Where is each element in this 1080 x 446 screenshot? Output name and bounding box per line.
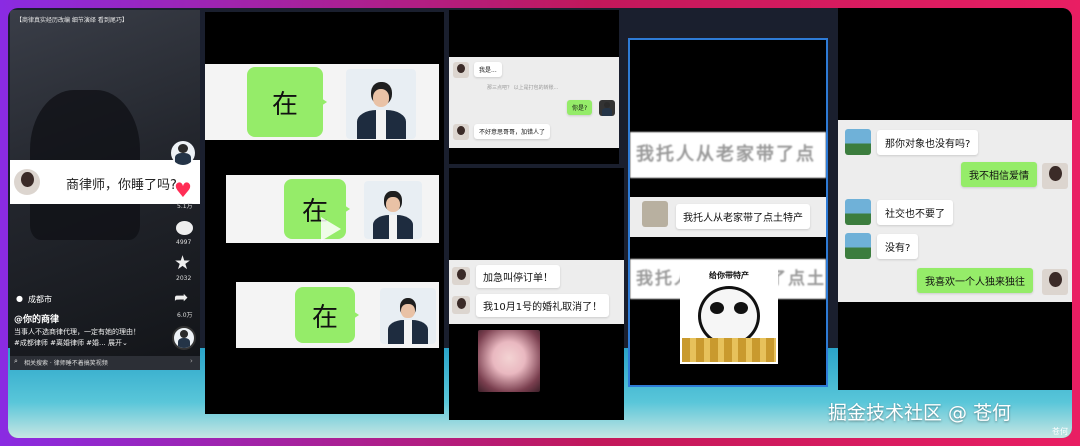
zai-bubble-1: 在 [247, 67, 327, 137]
panda-meme: 给你带特产 [680, 266, 778, 364]
specialty-message: 我托人从老家带了点土特产 [676, 204, 810, 229]
author-name[interactable]: @你的商律 [14, 312, 59, 325]
contact-avatar-3 [845, 233, 871, 259]
anime-face-image [478, 330, 540, 392]
banner-subtitle: 商律师，你睡了吗? [66, 178, 177, 193]
message-3: 社交也不要了 [877, 200, 953, 225]
author-avatar[interactable] [171, 141, 195, 165]
wedding-cancel-chat-panel: 加急叫停订单！ 我10月1号的婚礼取消了！ [449, 168, 624, 420]
message-1: 加急叫停订单！ [476, 265, 560, 288]
search-icon: ⌕ [14, 357, 18, 365]
panda-face-icon [698, 286, 760, 346]
love-chat-panel: 那你对象也没有吗? 我不相信爱情 社交也不要了 没有? 我喜欢一个人独来独往 [838, 8, 1072, 390]
message-2: 我不相信爱情 [961, 162, 1037, 187]
contact-avatar [642, 201, 668, 227]
meme-caption: 给你带特产 [709, 271, 749, 280]
location-label[interactable]: 成都市 [28, 294, 52, 305]
comment-count: 4997 [176, 239, 192, 246]
comment-icon[interactable] [176, 221, 193, 235]
message-1: 我是... [474, 62, 502, 77]
location-pin-icon: ● [16, 294, 23, 303]
banner-avatar [14, 169, 40, 195]
message-5: 我喜欢一个人独来独往 [917, 268, 1033, 293]
lawyer-photo-2 [364, 181, 422, 239]
music-disc-avatar[interactable] [172, 326, 196, 350]
blurred-message-1: 我托人从老家带了点 [630, 132, 826, 178]
local-specialty-panel: 我托人从老家带了点 我托人从老家带了点土特产 我托人从老家带了点土特 给你带特产 [628, 38, 828, 387]
panda-eye-left [710, 302, 724, 314]
video-top-text: 【商律真实经历改编 细节演绎 看到尾巧】 [16, 17, 128, 24]
contact-avatar-1 [452, 267, 470, 285]
video-hashtags[interactable]: #成都律师 #离婚律师 #婚... 展开⌄ [14, 338, 128, 348]
zai-bubbles-panel: 在 在 在 [205, 12, 444, 414]
message-2: 我10月1号的婚礼取消了！ [476, 294, 610, 317]
chevron-right-icon: › [190, 357, 193, 365]
lawyer-photo-3 [380, 288, 436, 344]
share-icon[interactable]: ➦ [174, 290, 188, 307]
message-4: 不好意思哥哥，加错人了 [474, 124, 551, 139]
panda-eye-right [734, 302, 748, 314]
favorite-count: 2032 [176, 275, 192, 282]
gold-coins [682, 338, 776, 362]
contact-avatar-2 [453, 124, 469, 140]
watermark-small: 苍何 [1052, 427, 1068, 436]
message-4: 没有? [877, 234, 919, 259]
like-count: 5.1万 [177, 203, 193, 210]
collage-frame: 【商律真实经历改编 细节演绎 看到尾巧】 商律师，你睡了吗? ♥ 5.1万 49… [8, 8, 1072, 438]
self-avatar-1 [1042, 163, 1068, 189]
video-description: 当事人不选商律代理，一定有她的理由！ [14, 328, 140, 336]
favorite-icon[interactable]: ★ [174, 254, 191, 273]
self-avatar [599, 100, 615, 116]
message-3: 你是? [567, 100, 593, 115]
contact-avatar-1 [453, 62, 469, 78]
play-icon[interactable] [321, 217, 341, 241]
contact-avatar-2 [452, 296, 470, 314]
lawyer-photo-1 [346, 69, 416, 139]
related-search-text[interactable]: 相关搜索 · 律师睡不着搞笑视频 [24, 358, 108, 367]
contact-avatar-1 [845, 129, 871, 155]
like-icon[interactable]: ♥ [174, 180, 192, 200]
self-avatar-2 [1042, 269, 1068, 295]
watermark: 掘金技术社区 @ 苍何 [828, 402, 1012, 424]
message-2-faint: 那三点吧？ 以上是打包的转账... [487, 85, 559, 91]
contact-avatar-2 [845, 199, 871, 225]
zai-bubble-3: 在 [295, 287, 359, 343]
douyin-video-panel[interactable]: 【商律真实经历改编 细节演绎 看到尾巧】 商律师，你睡了吗? ♥ 5.1万 49… [10, 10, 200, 370]
message-1: 那你对象也没有吗? [877, 130, 979, 155]
share-count: 6.0万 [177, 312, 193, 319]
wrong-person-chat-panel: 我是... 那三点吧？ 以上是打包的转账... 你是? 不好意思哥哥，加错人了 [449, 10, 619, 164]
